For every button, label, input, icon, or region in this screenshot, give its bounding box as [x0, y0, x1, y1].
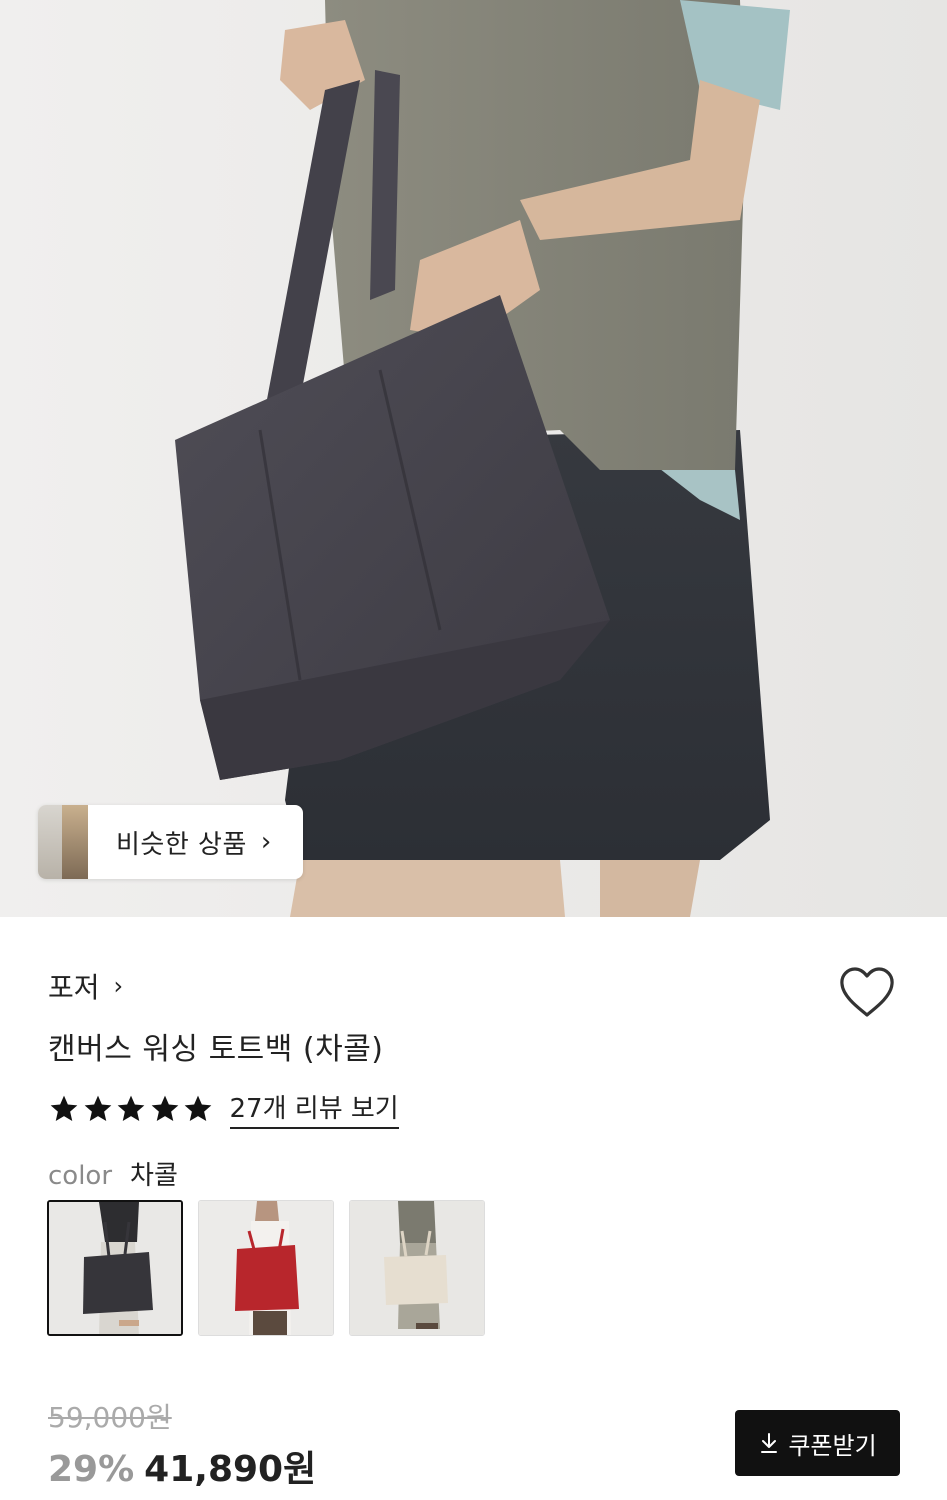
- star-filled-icon: [184, 1095, 212, 1121]
- wishlist-button[interactable]: [838, 966, 896, 1020]
- discount-rate: 29%: [48, 1449, 135, 1490]
- similar-products-chip[interactable]: 비슷한 상품 ›: [38, 805, 303, 879]
- swatch-ivory-image: [350, 1201, 484, 1335]
- product-hero-image[interactable]: 비슷한 상품 ›: [0, 0, 947, 917]
- sale-price: 41,890원: [144, 1449, 317, 1490]
- similar-products-label: 비슷한 상품: [116, 829, 247, 860]
- color-option-row: color 차콜: [48, 1155, 178, 1192]
- brand-link[interactable]: 포저 ›: [48, 966, 123, 1006]
- star-filled-icon: [117, 1095, 145, 1121]
- swatch-red-image: [199, 1201, 333, 1335]
- original-price: 59,000원: [48, 1401, 172, 1434]
- heart-outline-icon: [840, 967, 894, 1017]
- product-title: 캔버스 워싱 토트백 (차콜): [48, 1032, 384, 1067]
- price-row: 29% 41,890원: [48, 1440, 316, 1492]
- swatch-ivory[interactable]: [349, 1200, 485, 1336]
- download-icon: [761, 1433, 778, 1453]
- color-label: color: [48, 1161, 113, 1191]
- star-filled-icon: [151, 1095, 178, 1121]
- chevron-right-icon: ›: [260, 827, 272, 857]
- star-filled-icon: [50, 1095, 78, 1121]
- hero-illustration: [0, 0, 947, 917]
- star-filled-icon: [84, 1095, 111, 1121]
- review-link[interactable]: 27개 리뷰 보기: [229, 1088, 399, 1129]
- rating-row: 27개 리뷰 보기: [48, 1088, 399, 1129]
- similar-products-thumbnails: [38, 805, 88, 879]
- star-rating: [48, 1093, 216, 1125]
- swatch-charcoal[interactable]: [47, 1200, 183, 1336]
- swatch-red[interactable]: [198, 1200, 334, 1336]
- chevron-right-icon: ›: [113, 972, 124, 1000]
- color-swatches: [47, 1200, 500, 1336]
- color-selected-value: 차콜: [130, 1161, 178, 1191]
- coupon-label: 쿠폰받기: [788, 1431, 877, 1460]
- swatch-charcoal-image: [49, 1202, 181, 1334]
- coupon-download-button[interactable]: 쿠폰받기: [735, 1410, 900, 1476]
- brand-name: 포저: [48, 971, 100, 1004]
